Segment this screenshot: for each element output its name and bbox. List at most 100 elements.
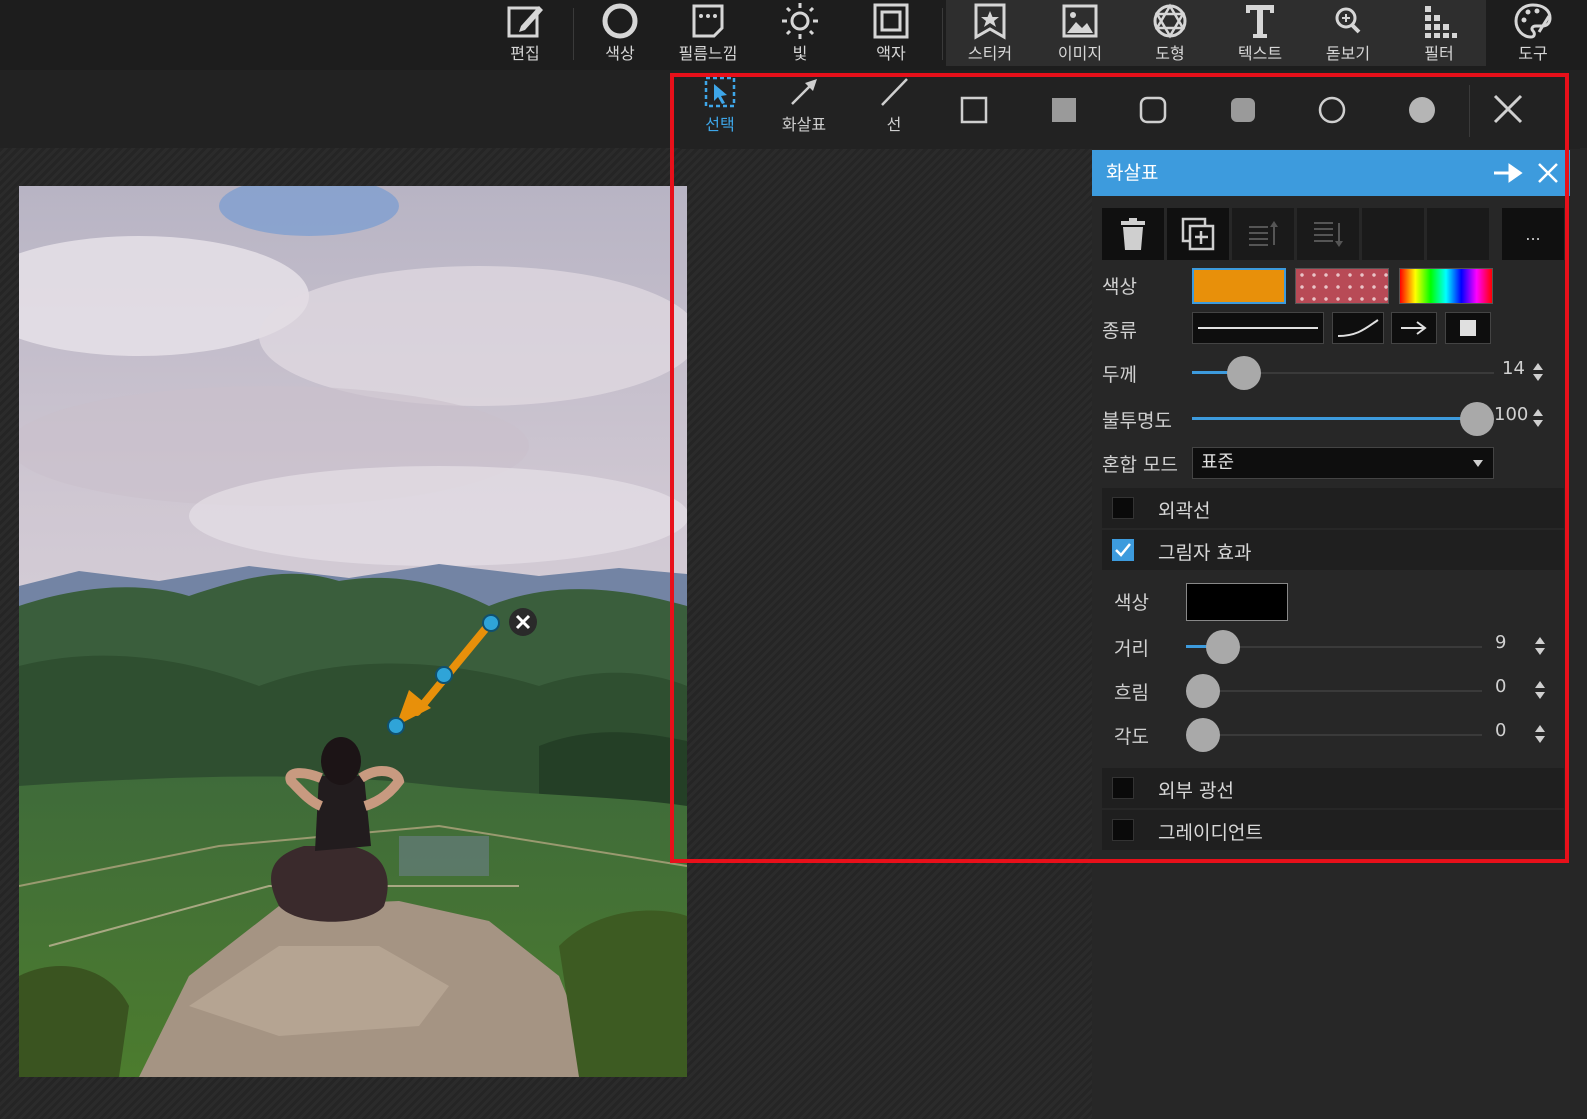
shadow-angle-label: 각도	[1114, 726, 1149, 748]
outer-glow-row[interactable]: 외부 광선	[1102, 768, 1564, 808]
duplicate-button[interactable]	[1167, 208, 1229, 260]
tool-edit[interactable]: 편집	[500, 0, 550, 70]
gradient-checkbox[interactable]	[1112, 819, 1134, 841]
empty-action-slot	[1362, 208, 1424, 260]
select-icon	[704, 76, 736, 108]
panel-title: 화살표	[1106, 162, 1159, 184]
photo-canvas[interactable]	[19, 186, 687, 1077]
tool-light[interactable]: 빛	[775, 0, 825, 70]
thickness-slider-handle[interactable]	[1227, 356, 1261, 390]
pin-icon[interactable]	[1492, 162, 1524, 184]
empty-action-slot	[1427, 208, 1489, 260]
shape-tool-rectangle-filled[interactable]	[1024, 75, 1104, 149]
thickness-value[interactable]: 14	[1502, 358, 1525, 379]
checkmark-icon	[1115, 543, 1131, 557]
outer-glow-checkbox[interactable]	[1112, 777, 1134, 799]
shape-tool-circle-outline[interactable]	[1292, 75, 1372, 149]
panel-header: 화살표	[1092, 150, 1570, 196]
close-panel-icon[interactable]	[1536, 161, 1560, 185]
circle-filled-icon	[1409, 97, 1435, 123]
arrow-end-handle[interactable]	[482, 614, 500, 632]
outline-checkbox[interactable]	[1112, 497, 1134, 519]
pattern-swatch[interactable]	[1295, 268, 1389, 304]
shadow-distance-slider-handle[interactable]	[1206, 630, 1240, 664]
gradient-row[interactable]: 그레이디언트	[1102, 810, 1564, 850]
arrow-start-handle[interactable]	[387, 717, 405, 735]
shape-tool-rounded-rect-outline[interactable]	[1113, 75, 1193, 149]
toolbar-divider	[573, 8, 574, 60]
tool-image-label: 이미지	[1057, 44, 1103, 63]
shadow-distance-value[interactable]: 9	[1495, 632, 1506, 653]
shape-tool-rectangle-outline[interactable]	[934, 75, 1014, 149]
sticker-icon	[974, 3, 1006, 40]
rectangle-filled-icon	[1052, 98, 1076, 122]
shape-tool-rounded-rect-filled[interactable]	[1203, 75, 1283, 149]
shape-tool-arrow[interactable]: 화살표	[764, 75, 844, 149]
shadow-color-label: 색상	[1114, 592, 1149, 614]
shadow-blur-value[interactable]: 0	[1495, 676, 1506, 697]
shape-tool-line[interactable]: 선	[854, 75, 934, 149]
outline-row[interactable]: 외곽선	[1102, 488, 1564, 528]
tool-frame[interactable]: 액자	[866, 0, 916, 70]
shadow-blur-spinner-icon[interactable]	[1534, 679, 1546, 701]
blend-mode-select[interactable]: 표준	[1192, 447, 1494, 479]
thickness-label: 두께	[1102, 364, 1137, 386]
shape-tool-select-label: 선택	[705, 115, 735, 134]
arrow-delete-icon[interactable]	[509, 608, 537, 636]
opacity-label: 불투명도	[1102, 410, 1172, 432]
shadow-color-swatch[interactable]	[1186, 583, 1288, 621]
curve-style-button[interactable]	[1332, 312, 1384, 344]
tool-filter[interactable]: 필터	[1414, 0, 1464, 70]
bring-forward-button[interactable]	[1232, 208, 1294, 260]
line-style-selector[interactable]	[1192, 312, 1324, 344]
delete-button[interactable]	[1102, 208, 1164, 260]
send-backward-icon	[1314, 222, 1343, 247]
tool-color[interactable]: 색상	[595, 0, 645, 70]
opacity-spinner-icon[interactable]	[1532, 407, 1544, 429]
square-end-icon	[1460, 320, 1476, 336]
tool-image[interactable]: 이미지	[1052, 0, 1108, 70]
opacity-slider-handle[interactable]	[1460, 402, 1494, 436]
shadow-row[interactable]: 그림자 효과	[1102, 530, 1564, 570]
send-backward-button[interactable]	[1297, 208, 1359, 260]
shadow-blur-slider-handle[interactable]	[1186, 674, 1220, 708]
shadow-angle-slider-handle[interactable]	[1186, 718, 1220, 752]
opacity-value[interactable]: 100	[1494, 404, 1528, 425]
outer-glow-label: 외부 광선	[1158, 780, 1234, 802]
solid-color-swatch[interactable]	[1192, 268, 1286, 304]
more-button[interactable]: ...	[1502, 208, 1564, 260]
shadow-distance-spinner-icon[interactable]	[1534, 635, 1546, 657]
opacity-fill	[1192, 417, 1477, 420]
tool-magnifier[interactable]: 돋보기	[1320, 0, 1376, 70]
sun-icon	[782, 3, 818, 39]
shadow-angle-value[interactable]: 0	[1495, 720, 1506, 741]
tool-tools[interactable]: 도구	[1508, 0, 1558, 70]
shape-tool-circle-filled[interactable]	[1382, 75, 1462, 149]
tool-sticker[interactable]: 스티커	[962, 0, 1018, 70]
film-icon	[692, 4, 724, 38]
gradient-swatch[interactable]	[1399, 268, 1493, 304]
close-shape-toolbar-button[interactable]	[1468, 75, 1548, 149]
toolbar-group-background	[946, 0, 1486, 66]
rectangle-outline-icon	[960, 96, 988, 124]
tool-text-label: 텍스트	[1237, 44, 1283, 63]
tool-shape[interactable]: 도형	[1145, 0, 1195, 70]
tool-sticker-label: 스티커	[967, 44, 1013, 63]
shape-tool-select[interactable]: 선택	[680, 75, 760, 149]
shadow-angle-spinner-icon[interactable]	[1534, 723, 1546, 745]
shape-tool-line-label: 선	[886, 115, 902, 134]
image-icon	[1062, 4, 1098, 38]
arrow-mid-handle[interactable]	[435, 666, 453, 684]
arrow-head-style-button[interactable]	[1391, 312, 1437, 344]
tool-text[interactable]: 텍스트	[1232, 0, 1288, 70]
tool-frame-label: 액자	[876, 44, 906, 63]
thickness-spinner-icon[interactable]	[1532, 361, 1544, 383]
shadow-blur-track[interactable]	[1186, 690, 1482, 692]
tool-filter-label: 필터	[1424, 44, 1454, 63]
tool-film[interactable]: 필름느낌	[668, 0, 748, 70]
arrow-tail-style-button[interactable]	[1445, 312, 1491, 344]
shadow-checkbox[interactable]	[1112, 539, 1134, 561]
arrow-annotation[interactable]	[19, 186, 687, 1077]
shadow-angle-track[interactable]	[1186, 734, 1482, 736]
trash-icon	[1121, 218, 1145, 250]
